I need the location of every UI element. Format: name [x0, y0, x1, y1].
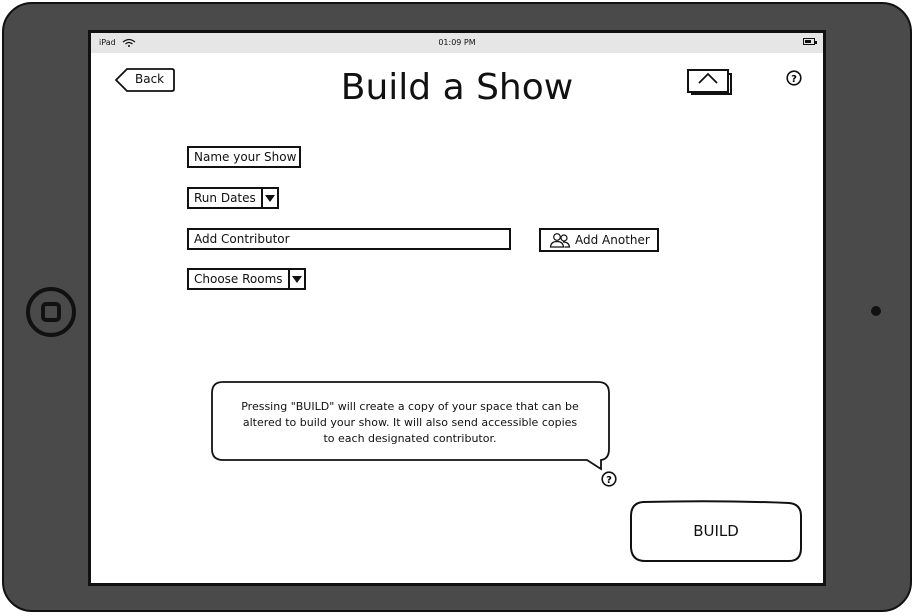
info-callout: Pressing "BUILD" will create a copy of y… — [211, 381, 611, 471]
show-name-field[interactable]: Name your Show — [187, 146, 301, 168]
chevron-down-icon — [260, 189, 277, 207]
choose-rooms-label: Choose Rooms — [194, 272, 283, 286]
svg-text:?: ? — [606, 475, 612, 486]
run-dates-dropdown[interactable]: Run Dates — [187, 187, 279, 209]
add-another-button[interactable]: Add Another — [539, 228, 659, 252]
chevron-down-icon — [287, 270, 304, 288]
help-icon[interactable]: ? — [601, 471, 617, 487]
run-dates-label: Run Dates — [194, 191, 256, 205]
status-time: 01:09 PM — [438, 38, 476, 47]
add-another-label: Add Another — [575, 233, 650, 247]
callout-line-3: to each designated contributor. — [323, 432, 497, 445]
add-contributor-field[interactable]: Add Contributor — [187, 228, 511, 250]
choose-rooms-dropdown[interactable]: Choose Rooms — [187, 268, 306, 290]
people-icon — [549, 233, 571, 248]
build-button-label: BUILD — [693, 522, 739, 540]
callout-line-2: altered to build your show. It will also… — [242, 416, 578, 429]
build-button[interactable]: BUILD — [629, 500, 803, 564]
help-icon[interactable]: ? — [786, 70, 802, 86]
app-screen: iPad 01:09 PM Back Build a Show ? Name y… — [88, 30, 826, 586]
device-camera — [871, 306, 881, 316]
device-home-button[interactable] — [26, 287, 76, 337]
battery-icon — [803, 38, 817, 45]
home-icon[interactable] — [687, 67, 733, 95]
svg-text:?: ? — [791, 74, 797, 85]
callout-line-1: Pressing "BUILD" will create a copy of y… — [241, 400, 579, 413]
status-bar: iPad 01:09 PM — [91, 33, 823, 53]
